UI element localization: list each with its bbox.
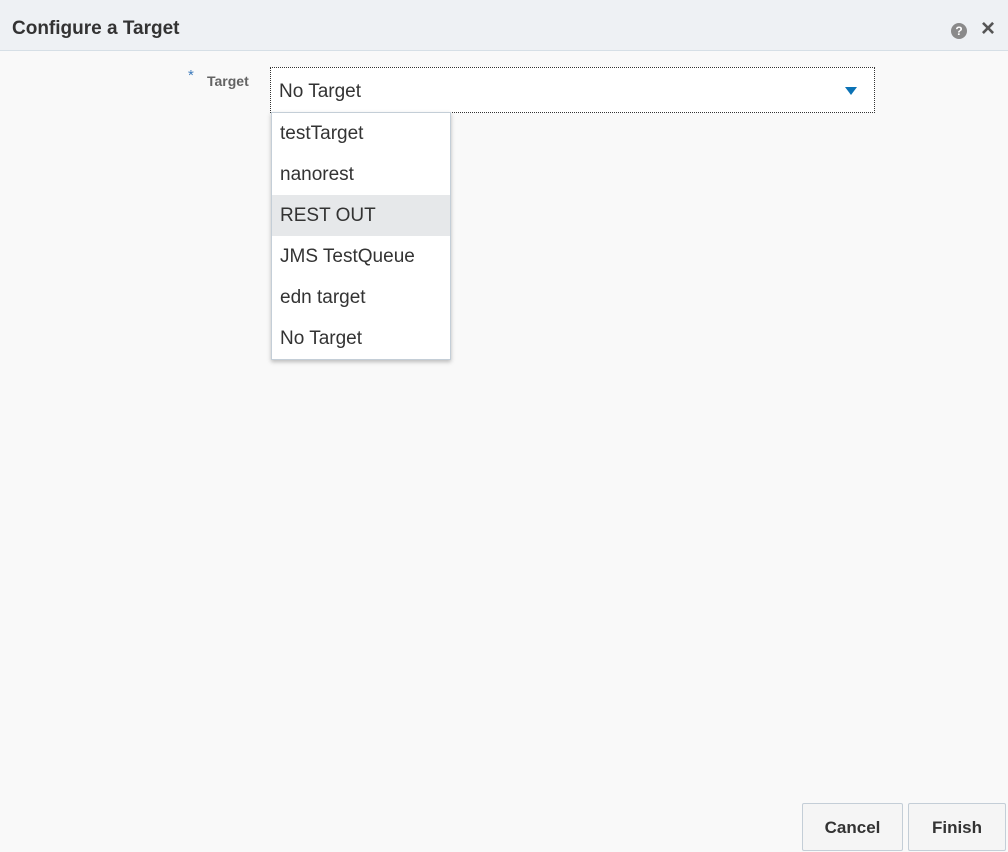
required-indicator: * (188, 67, 194, 84)
configure-target-dialog: Configure a Target ? × * Target No Targe… (0, 0, 1008, 851)
dropdown-option[interactable]: No Target (272, 318, 450, 359)
target-select[interactable]: No Target (270, 67, 875, 113)
dropdown-option[interactable]: testTarget (272, 113, 450, 154)
dropdown-option[interactable]: JMS TestQueue (272, 236, 450, 277)
dropdown-option-highlighted[interactable]: REST OUT (272, 195, 450, 236)
dropdown-option[interactable]: edn target (272, 277, 450, 318)
help-icon[interactable]: ? (951, 23, 967, 39)
target-dropdown-list: testTarget nanorest REST OUT JMS TestQue… (271, 112, 451, 360)
dropdown-option[interactable]: nanorest (272, 154, 450, 195)
target-label: Target (207, 73, 249, 89)
dialog-titlebar: Configure a Target ? × (0, 0, 1008, 51)
caret-down-icon[interactable] (845, 87, 857, 95)
target-select-value: No Target (279, 81, 362, 102)
close-icon[interactable]: × (978, 17, 998, 41)
dialog-title: Configure a Target (12, 18, 180, 39)
finish-button[interactable]: Finish (908, 803, 1006, 851)
cancel-button[interactable]: Cancel (802, 803, 903, 851)
